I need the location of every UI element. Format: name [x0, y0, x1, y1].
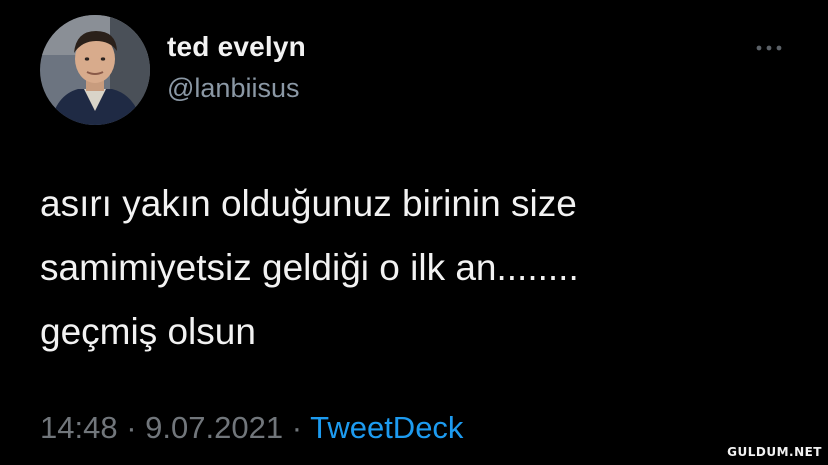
meta-separator: ·	[126, 410, 137, 445]
display-name[interactable]: ted evelyn	[167, 31, 306, 63]
tweet-line: samimiyetsiz geldiği o ilk an........	[40, 247, 579, 288]
tweet-line: geçmiş olsun	[40, 311, 256, 352]
tweet-card: ted evelyn @lanbiisus asırı yakın olduğu…	[0, 0, 828, 465]
user-handle[interactable]: @lanbiisus	[167, 73, 299, 104]
tweet-source-link[interactable]: TweetDeck	[310, 410, 463, 445]
tweet-line: asırı yakın olduğunuz birinin size	[40, 183, 577, 224]
watermark: GULDUM.NET	[727, 445, 822, 459]
tweet-time[interactable]: 14:48	[40, 410, 118, 445]
avatar[interactable]	[40, 15, 150, 125]
meta-separator: ·	[291, 410, 303, 445]
tweet-text: asırı yakın olduğunuz birinin size samim…	[40, 172, 800, 364]
tweet-meta: 14:48 · 9.07.2021 · TweetDeck	[40, 410, 463, 446]
more-options-icon[interactable]	[752, 36, 786, 60]
tweet-date[interactable]: 9.07.2021	[145, 410, 283, 445]
avatar-image	[40, 15, 150, 125]
